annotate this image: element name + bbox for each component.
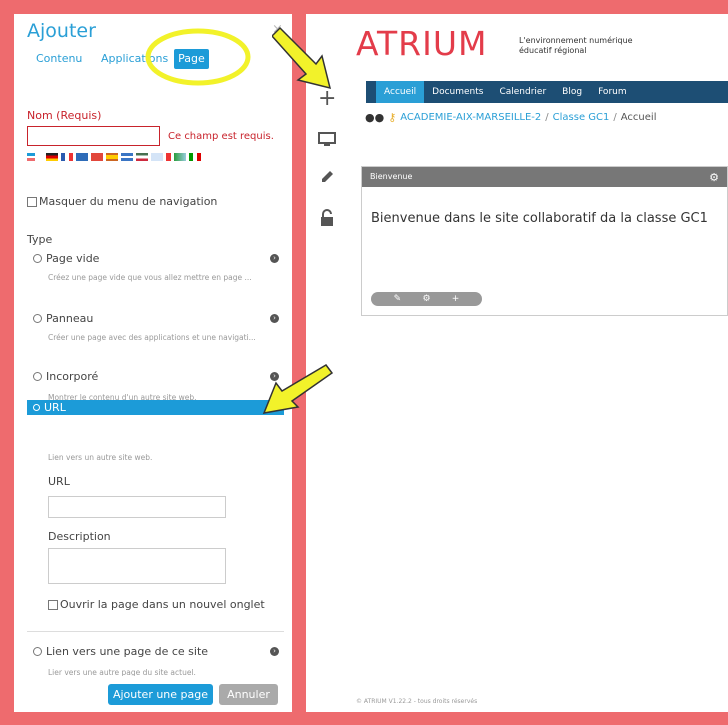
option-panneau[interactable]: Panneau › [33,312,283,325]
description-textarea[interactable] [48,548,226,584]
breadcrumb-separator: / [545,112,549,123]
key-icon: ⚷ [388,111,397,124]
footer: © ATRIUM V1.22.2 - tous droits réservés [356,698,478,705]
new-tab-label: Ouvrir la page dans un nouvel onglet [60,598,265,611]
hide-nav-checkbox[interactable]: Masquer du menu de navigation [27,195,217,208]
chevron-right-icon[interactable]: › [270,314,279,323]
unlock-icon[interactable] [318,209,336,227]
option-desc: Créez une page vide que vous allez mettr… [48,273,252,282]
url-input[interactable] [48,496,226,518]
flag-icon[interactable] [27,153,35,161]
chevron-right-icon[interactable]: › [270,647,279,656]
flag-icon[interactable] [91,153,103,161]
tab-contenu[interactable]: Contenu [36,52,82,65]
add-page-button[interactable]: Ajouter une page [108,684,213,705]
breadcrumb-item[interactable]: Classe GC1 [553,112,610,123]
widget-toolbar: ✎ ⚙ + [371,292,482,306]
new-tab-checkbox[interactable]: Ouvrir la page dans un nouvel onglet [48,598,265,611]
tagline-line: éducatif régional [519,46,587,55]
radio-button[interactable] [33,647,42,656]
add-icon[interactable]: + [452,292,460,306]
tagline-line: L'environnement numérique [519,36,633,45]
settings-icon[interactable]: ⚙ [422,292,430,306]
flag-icon[interactable] [46,153,58,161]
option-desc: Créer une page avec des applications et … [48,333,256,342]
option-label: Incorporé [46,370,99,383]
name-field[interactable] [27,126,160,146]
option-desc: Lien vers un autre site web. [48,453,153,462]
name-error-message: Ce champ est requis. [168,131,274,142]
nav-accueil[interactable]: Accueil [376,81,425,103]
arrow-down-right-icon [272,26,332,90]
nav-forum[interactable]: Forum [590,81,635,103]
main-nav: Accueil Documents Calendrier Blog Forum [366,81,728,103]
flag-icon[interactable] [121,153,133,161]
add-panel: Ajouter × Contenu Applications Page Nom … [14,14,292,712]
radio-button[interactable] [33,372,42,381]
url-label: URL [48,475,70,488]
flag-icon[interactable] [189,153,201,161]
breadcrumb-item[interactable]: ACADEMIE-AIX-MARSEILLE-2 [400,112,541,123]
language-flags [27,153,201,161]
type-label: Type [27,233,53,246]
name-label: Nom (Requis) [27,109,102,122]
flag-icon[interactable] [106,153,118,161]
flag-icon[interactable] [61,153,73,161]
flag-icon[interactable] [174,153,186,161]
hide-nav-label: Masquer du menu de navigation [39,195,218,208]
widget-header: Bienvenue ⚙ [362,167,727,187]
monitor-icon[interactable] [318,132,336,150]
option-desc: Lier vers une autre page du site actuel. [48,668,196,676]
breadcrumb-item[interactable]: Accueil [621,112,657,123]
welcome-widget: Bienvenue ⚙ Bienvenue dans le site colla… [361,166,728,316]
option-label: Panneau [46,312,94,325]
pencil-icon[interactable] [318,169,336,187]
radio-button[interactable] [33,314,42,323]
checkbox[interactable] [48,599,58,610]
users-icon: ●● [365,111,385,124]
flag-icon[interactable] [136,153,148,161]
radio-button[interactable] [33,254,42,263]
arrow-down-left-icon [262,364,334,414]
widget-content: Bienvenue dans le site collaboratif da l… [371,211,708,226]
site-page: + ATRIUM L'environnement numérique éduca… [306,14,728,712]
nav-calendrier[interactable]: Calendrier [491,81,554,103]
nav-documents[interactable]: Documents [424,81,491,103]
option-label: Lien vers une page de ce site [46,645,209,658]
option-label: Page vide [46,252,100,265]
chevron-right-icon[interactable]: › [270,254,279,263]
radio-button[interactable] [33,404,40,411]
tagline: L'environnement numérique éducatif régio… [519,36,633,56]
nav-blog[interactable]: Blog [554,81,590,103]
option-page-vide[interactable]: Page vide › [33,252,283,265]
option-incorpore[interactable]: Incorporé › [33,370,283,383]
breadcrumb: ●● ⚷ ACADEMIE-AIX-MARSEILLE-2 / Classe G… [365,111,656,124]
cancel-button[interactable]: Annuler [219,684,278,705]
option-internal-link[interactable]: Lien vers une page de ce site › [33,645,283,658]
flag-icon[interactable] [151,153,163,161]
atrium-logo[interactable]: ATRIUM [356,24,487,63]
highlight-ellipse [145,28,251,86]
checkbox[interactable] [27,196,37,207]
flag-icon[interactable] [76,153,88,161]
option-url[interactable]: URL [27,400,284,415]
panel-title: Ajouter [27,20,96,42]
option-label: URL [44,401,66,414]
breadcrumb-separator: / [613,112,617,123]
divider [27,631,284,632]
edit-icon[interactable]: ✎ [394,292,402,306]
gear-icon[interactable]: ⚙ [709,168,719,188]
flag-icon[interactable] [166,153,171,161]
description-label: Description [48,530,111,543]
widget-title: Bienvenue [370,172,413,181]
